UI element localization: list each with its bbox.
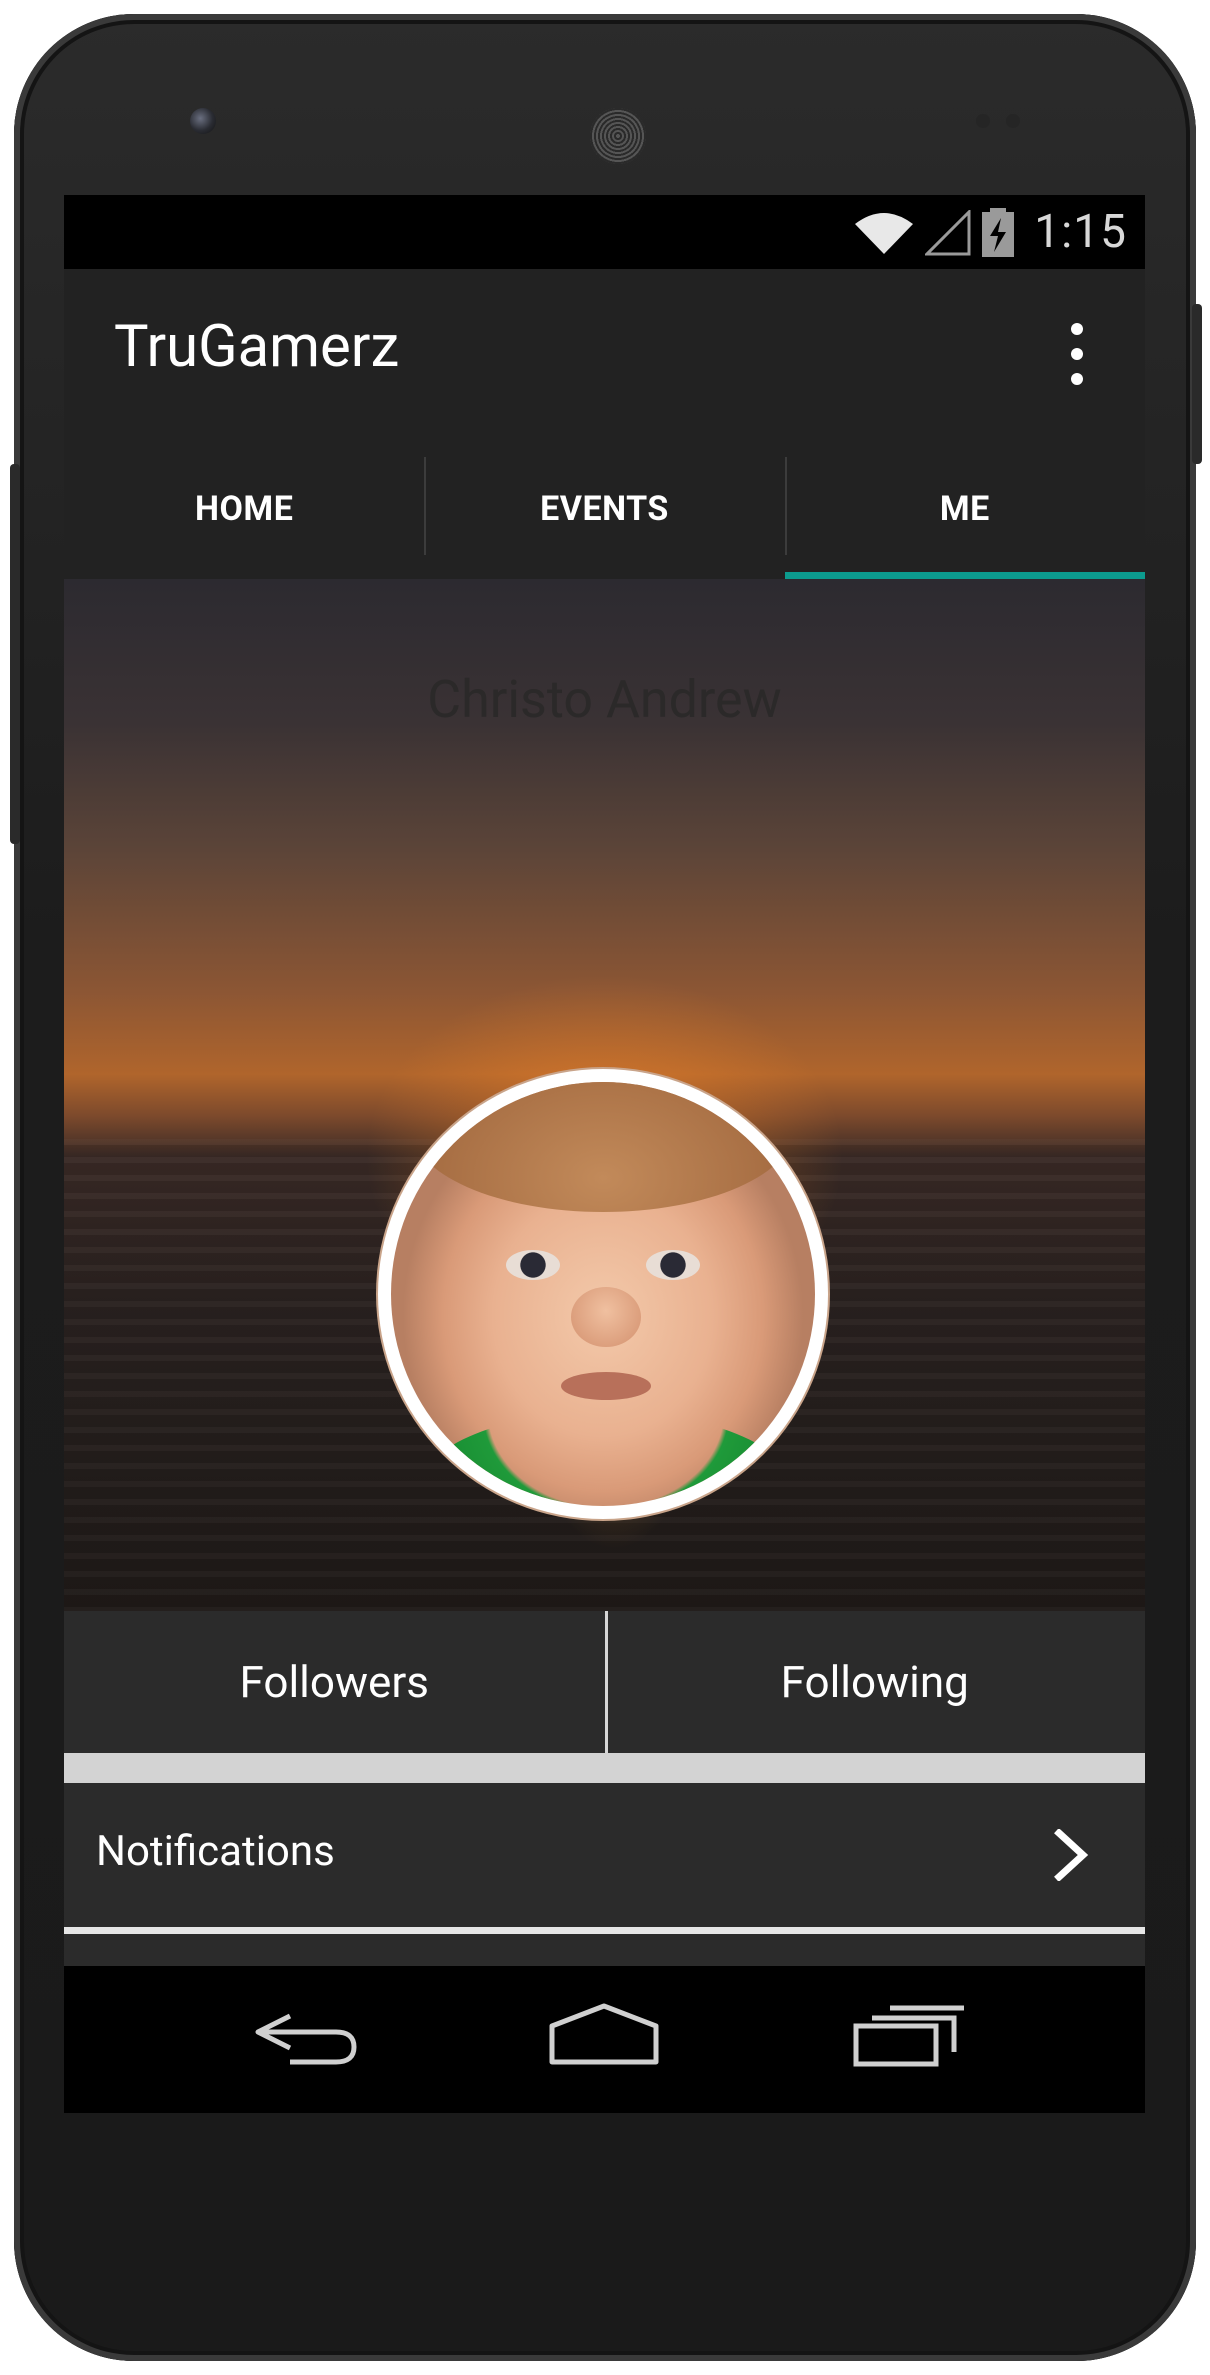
avatar-hair — [411, 1082, 795, 1212]
status-bar: 1:15 — [64, 195, 1145, 269]
nav-bar — [64, 1966, 1145, 2113]
status-icons — [853, 207, 1015, 259]
front-camera-icon — [190, 108, 216, 134]
list-continuation — [64, 1934, 1145, 1966]
profile-cover: Christo Andrew — [64, 579, 1145, 1611]
tab-bar: HOME EVENTS ME — [64, 439, 1145, 579]
row-divider — [64, 1927, 1145, 1934]
light-sensor — [1006, 114, 1020, 128]
app-title: TruGamerz — [114, 313, 400, 381]
avatar-nose — [571, 1287, 641, 1347]
overflow-dot — [1071, 373, 1083, 385]
back-icon[interactable] — [250, 2002, 370, 2072]
signal-icon — [925, 210, 971, 256]
tab-home[interactable]: HOME — [64, 439, 424, 579]
recents-icon[interactable] — [850, 2002, 970, 2072]
speaker-grille — [590, 108, 646, 164]
wifi-icon — [855, 213, 913, 254]
notifications-label: Notifications — [96, 1827, 335, 1876]
following-button[interactable]: Following — [604, 1611, 1146, 1753]
notifications-row[interactable]: Notifications — [64, 1783, 1145, 1927]
battery-charging-icon — [982, 208, 1014, 257]
home-icon[interactable] — [544, 2002, 664, 2072]
screen: 1:15 TruGamerz HOME EVENTS ME Christo An… — [64, 195, 1145, 2113]
overflow-menu-icon[interactable] — [1057, 323, 1097, 385]
app-bar: TruGamerz — [64, 269, 1145, 439]
section-divider — [64, 1753, 1145, 1783]
overflow-dot — [1071, 348, 1083, 360]
tab-me[interactable]: ME — [784, 439, 1145, 579]
proximity-sensor — [976, 114, 990, 128]
follow-row: Followers Following — [64, 1611, 1145, 1753]
tab-events[interactable]: EVENTS — [424, 439, 784, 579]
profile-name: Christo Andrew — [427, 669, 782, 730]
avatar-bib — [421, 1412, 791, 1506]
chevron-right-icon — [1054, 1829, 1089, 1881]
status-time: 1:15 — [1034, 205, 1127, 259]
avatar-image — [391, 1082, 815, 1506]
profile-avatar[interactable] — [378, 1069, 828, 1519]
volume-button — [10, 464, 20, 844]
followers-button[interactable]: Followers — [64, 1611, 605, 1753]
avatar-eye — [646, 1250, 700, 1280]
avatar-eye — [506, 1250, 560, 1280]
power-button — [1192, 304, 1202, 464]
overflow-dot — [1071, 323, 1083, 335]
avatar-mouth — [561, 1372, 651, 1400]
